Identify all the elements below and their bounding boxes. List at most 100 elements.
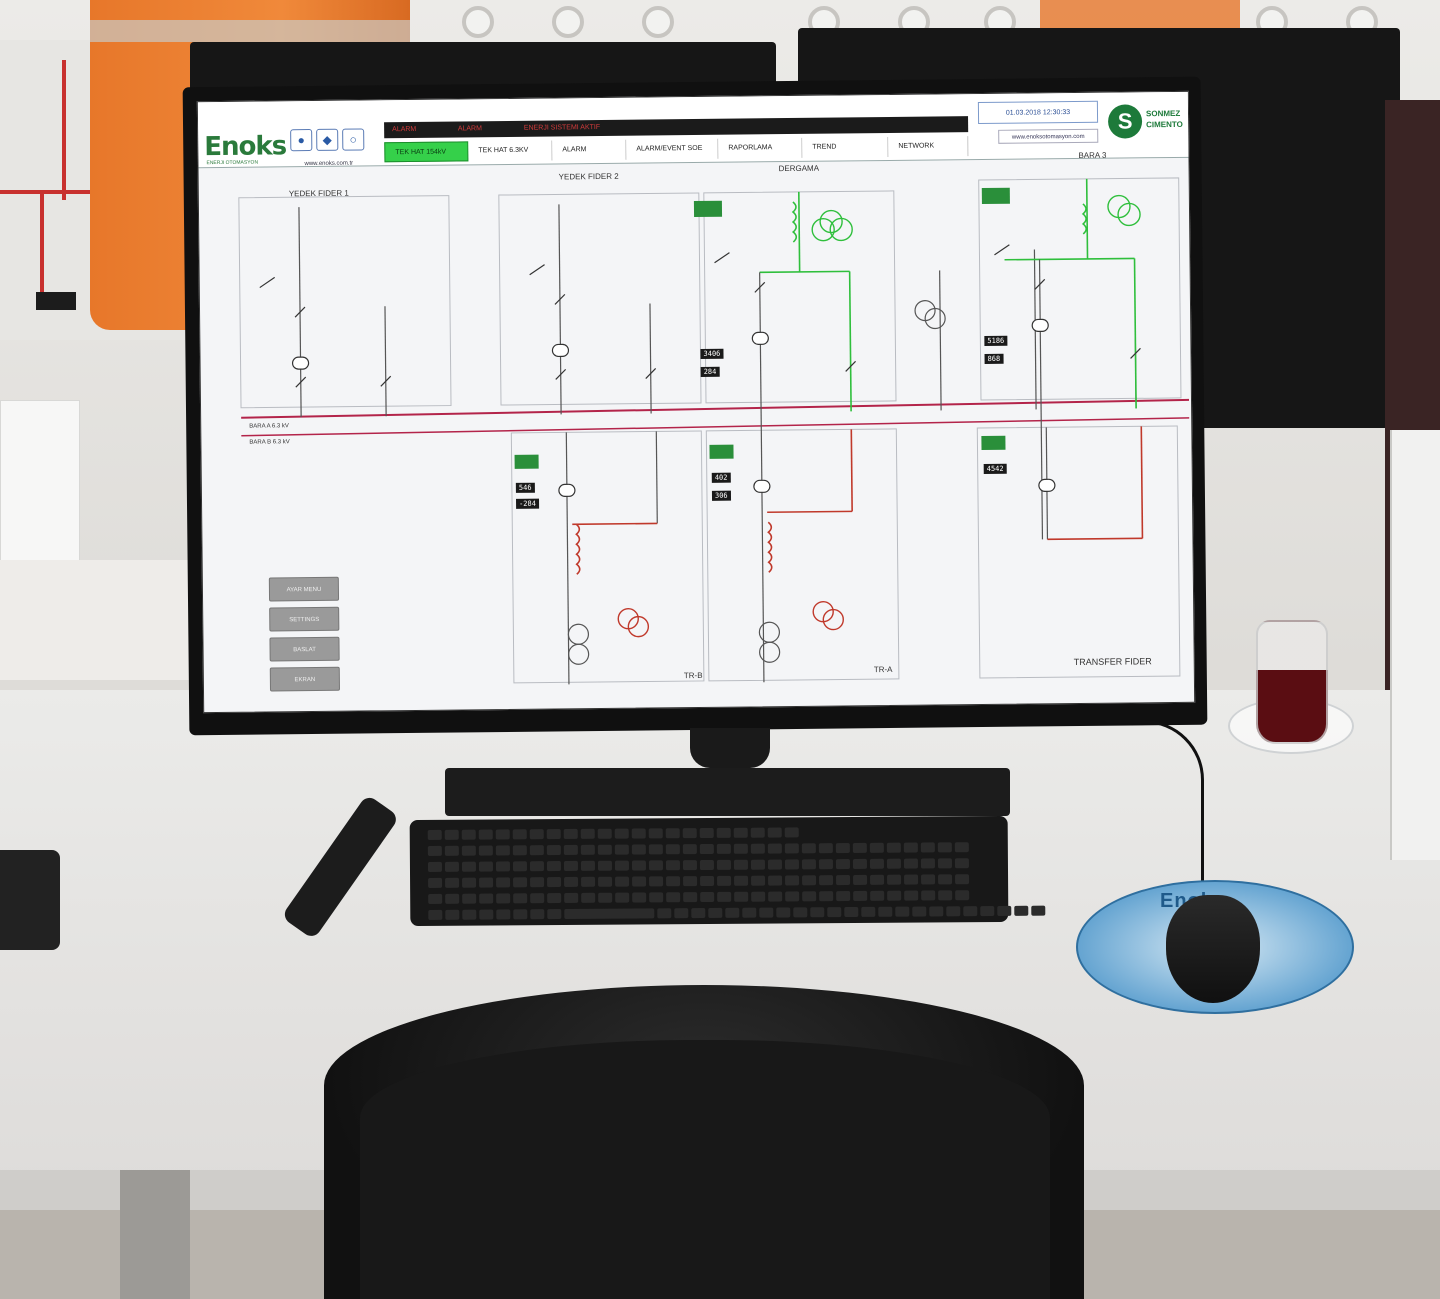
bulb-icon[interactable]: ○ xyxy=(342,128,365,151)
keyboard-key[interactable] xyxy=(478,845,493,856)
keyboard-key[interactable] xyxy=(768,891,783,902)
keyboard-key[interactable] xyxy=(699,859,714,871)
keyboard-key[interactable] xyxy=(886,858,901,869)
keyboard-key[interactable] xyxy=(547,877,562,888)
keyboard-key[interactable] xyxy=(700,875,715,887)
keyboard-key[interactable] xyxy=(767,843,782,854)
keyboard-key[interactable] xyxy=(767,827,782,838)
keyboard-key[interactable] xyxy=(631,828,646,839)
keyboard-key[interactable] xyxy=(427,829,442,840)
keyboard-key[interactable] xyxy=(649,876,664,887)
keyboard-key[interactable] xyxy=(631,860,646,871)
keyboard-key[interactable] xyxy=(869,842,884,853)
keyboard-key[interactable] xyxy=(700,891,715,903)
keyboard-key[interactable] xyxy=(649,892,664,903)
keyboard-key[interactable] xyxy=(997,905,1012,916)
keyboard-key[interactable] xyxy=(581,876,596,887)
keyboard-key[interactable] xyxy=(887,890,902,901)
keyboard-key[interactable] xyxy=(597,844,612,855)
keyboard-key[interactable] xyxy=(496,877,511,888)
keyboard-key[interactable] xyxy=(835,859,850,870)
keyboard-key[interactable] xyxy=(546,861,561,872)
keyboard-key[interactable] xyxy=(886,842,901,853)
keyboard-key[interactable] xyxy=(547,909,562,920)
keyboard-key[interactable] xyxy=(683,892,698,903)
keyboard-key[interactable] xyxy=(801,859,816,870)
keyboard-key[interactable] xyxy=(479,909,494,920)
keyboard-key[interactable] xyxy=(954,842,969,853)
keyboard-key[interactable] xyxy=(818,859,833,870)
keyboard-key[interactable] xyxy=(716,859,731,870)
keyboard-key[interactable] xyxy=(665,828,680,839)
keyboard-key[interactable] xyxy=(563,860,578,872)
keyboard-key[interactable] xyxy=(912,906,927,917)
keyboard-key[interactable] xyxy=(581,892,596,903)
keyboard-key[interactable] xyxy=(929,906,944,917)
keyboard-key[interactable] xyxy=(546,829,561,840)
keyboard-key[interactable] xyxy=(462,909,477,920)
keyboard-key[interactable] xyxy=(495,829,510,840)
keyboard-key[interactable] xyxy=(513,893,528,904)
keyboard-key[interactable] xyxy=(479,893,494,904)
keyboard-key[interactable] xyxy=(818,843,833,854)
keyboard-key[interactable] xyxy=(784,843,799,854)
keyboard-key[interactable] xyxy=(496,909,511,920)
keyboard-key[interactable] xyxy=(895,906,910,917)
keyboard-key[interactable] xyxy=(716,827,731,838)
keyboard-key[interactable] xyxy=(784,827,799,838)
keyboard-key[interactable] xyxy=(887,874,902,885)
side-menu-button[interactable]: EKRAN xyxy=(269,666,341,692)
keyboard-key[interactable] xyxy=(445,909,460,920)
side-menu-button[interactable]: BASLAT xyxy=(269,636,340,662)
keyboard-key[interactable] xyxy=(564,876,579,888)
keyboard-key[interactable] xyxy=(904,890,919,901)
tab-alarm[interactable]: ALARM xyxy=(552,139,627,161)
keyboard-key[interactable] xyxy=(580,828,595,839)
keyboard-key[interactable] xyxy=(751,875,766,886)
keyboard-key[interactable] xyxy=(1031,905,1046,916)
side-menu-button[interactable]: SETTINGS xyxy=(269,606,340,632)
keyboard-key[interactable] xyxy=(717,875,732,886)
keyboard-key[interactable] xyxy=(920,858,935,869)
keyboard-key[interactable] xyxy=(683,876,698,887)
tv-remote[interactable] xyxy=(280,794,412,940)
keyboard-key[interactable] xyxy=(479,877,494,888)
keyboard-key[interactable] xyxy=(955,890,970,901)
plant-icon[interactable]: ◆ xyxy=(316,128,339,151)
keyboard-key[interactable] xyxy=(547,893,562,904)
keyboard-key[interactable] xyxy=(1014,905,1029,916)
keyboard-key[interactable] xyxy=(835,843,850,854)
keyboard-key[interactable] xyxy=(648,828,663,839)
keyboard-key[interactable] xyxy=(708,907,723,919)
keyboard-key[interactable] xyxy=(853,890,868,901)
keyboard-key[interactable] xyxy=(614,828,629,839)
keyboard-key[interactable] xyxy=(938,874,953,885)
keyboard-key[interactable] xyxy=(836,875,851,886)
keyboard-key[interactable] xyxy=(529,861,544,872)
keyboard-key[interactable] xyxy=(903,858,918,869)
keyboard-key[interactable] xyxy=(734,891,749,902)
keyboard-key[interactable] xyxy=(768,875,783,886)
keyboard-key[interactable] xyxy=(563,828,578,840)
keyboard-key[interactable] xyxy=(784,859,799,870)
keyboard-key[interactable] xyxy=(614,860,629,871)
keyboard-key[interactable] xyxy=(513,877,528,888)
keyboard-key[interactable] xyxy=(496,893,511,904)
keyboard-key[interactable] xyxy=(801,843,816,854)
keyboard-key[interactable] xyxy=(750,827,765,838)
keyboard-key[interactable] xyxy=(836,891,851,902)
keyboard-key[interactable] xyxy=(750,859,765,870)
keyboard-key[interactable] xyxy=(742,907,757,918)
keyboard-key[interactable] xyxy=(462,877,477,888)
keyboard-key[interactable] xyxy=(513,909,528,920)
keyboard-key[interactable] xyxy=(699,827,714,839)
keyboard-key[interactable] xyxy=(802,875,817,886)
keyboard-key[interactable] xyxy=(734,875,749,886)
keyboard-key[interactable] xyxy=(648,844,663,855)
keyboard-key[interactable] xyxy=(564,908,655,920)
side-menu-button[interactable]: AYAR MENU xyxy=(268,576,340,602)
keyboard-key[interactable] xyxy=(716,843,731,854)
keyboard-key[interactable] xyxy=(461,829,476,840)
keyboard-key[interactable] xyxy=(937,858,952,869)
keyboard-key[interactable] xyxy=(632,876,647,887)
